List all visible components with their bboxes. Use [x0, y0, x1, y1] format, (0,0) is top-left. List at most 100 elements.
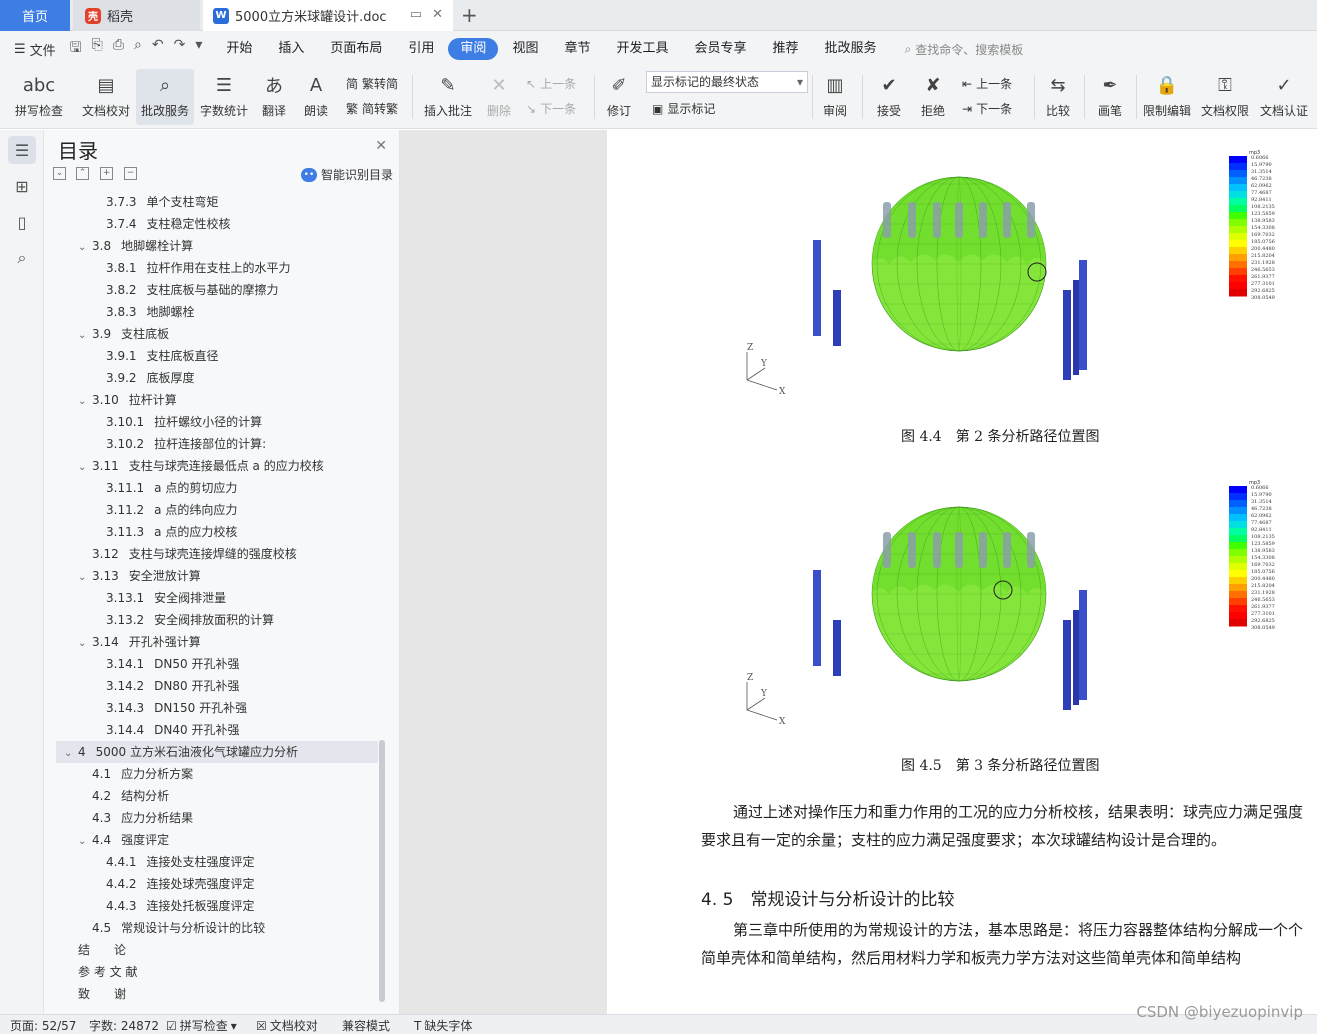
toc-item[interactable]: 3.8.2 支柱底板与基础的摩擦力 [56, 279, 378, 301]
toc-scrollbar[interactable] [379, 740, 385, 1002]
correction-service-button[interactable]: ⌕ 批改服务 [136, 69, 194, 125]
menu-item[interactable]: 开发工具 [604, 38, 680, 60]
toc-item[interactable]: 3.14.4 DN40 开孔补强 [56, 719, 378, 741]
trad-to-simp-button[interactable]: 简繁转简 [346, 75, 398, 92]
missing-font-status[interactable]: T 缺失字体 [414, 1017, 472, 1034]
delete-comment-button[interactable]: ✕ 删除 [480, 69, 518, 125]
simp-to-trad-button[interactable]: 繁简转繁 [346, 100, 398, 117]
show-markup-button[interactable]: ▣ 显示标记 [652, 100, 715, 117]
toc-item[interactable]: ⌄ 3.14 开孔补强计算 [56, 631, 378, 653]
toc-item[interactable]: 3.14.1 DN50 开孔补强 [56, 653, 378, 675]
toc-item[interactable]: 3.14.2 DN80 开孔补强 [56, 675, 378, 697]
toc-item[interactable]: 3.7.3 单个支柱弯矩 [56, 191, 378, 213]
redo-icon[interactable]: ↷ [174, 37, 186, 61]
word-count-button[interactable]: ☰ 字数统计 [198, 69, 250, 125]
toc-item[interactable]: 4.2 结构分析 [56, 785, 378, 807]
toc-item[interactable]: 3.11.2 a 点的纬向应力 [56, 499, 378, 521]
next-change-button[interactable]: ⇥ 下一条 [962, 100, 1012, 117]
expand-all-icon[interactable]: ⌃ [76, 167, 89, 180]
expand-toggle-icon[interactable]: ⌄ [78, 831, 92, 853]
toc-item[interactable]: 4.5 常规设计与分析设计的比较 [56, 917, 378, 939]
tab-home[interactable]: 首页 [0, 0, 70, 31]
menu-item[interactable]: 页面布局 [318, 38, 394, 60]
menu-item[interactable]: 审阅 [448, 38, 499, 60]
toc-item[interactable]: ⌄ 3.13 安全泄放计算 [56, 565, 378, 587]
doc-check-button[interactable]: ▤ 文档校对 [78, 69, 134, 125]
search-icon[interactable]: ⌕ [8, 244, 36, 272]
toc-item[interactable]: 4.4.2 连接处球壳强度评定 [56, 873, 378, 895]
print-icon[interactable]: ⎙ [113, 37, 124, 61]
prev-comment-button[interactable]: ↖ 上一条 [526, 75, 576, 92]
menu-item[interactable]: 插入 [266, 38, 316, 60]
insert-comment-button[interactable]: ✎ 插入批注 [420, 69, 476, 125]
toc-item[interactable]: ⌄ 3.8 地脚螺栓计算 [56, 235, 378, 257]
toc-item[interactable]: 3.13.1 安全阀排泄量 [56, 587, 378, 609]
menu-item[interactable]: 视图 [500, 38, 550, 60]
next-comment-button[interactable]: ↘ 下一条 [526, 100, 576, 117]
expand-toggle-icon[interactable]: ⌄ [78, 325, 92, 347]
toc-item[interactable]: 3.9.1 支柱底板直径 [56, 345, 378, 367]
close-icon[interactable]: ✕ [375, 138, 387, 154]
review-button[interactable]: ▥ 审阅 [816, 69, 854, 125]
document-page[interactable]: Z Y Xmp3 0.6066 15.9790 31.3514 46.7238 62.0962… [607, 130, 1317, 1014]
toc-item[interactable]: 3.7.4 支柱稳定性校核 [56, 213, 378, 235]
collapse-all-icon[interactable]: ⌄ [53, 167, 66, 180]
export-icon[interactable]: ⎘ [92, 37, 103, 61]
toc-item[interactable]: 结 论 [56, 939, 378, 961]
toc-item[interactable]: 致 谢 [56, 983, 378, 1005]
close-tab-icon[interactable]: ✕ [432, 7, 443, 22]
spellcheck-status[interactable]: ☑ 拼写检查 ▾ [166, 1017, 237, 1034]
expand-toggle-icon[interactable]: ⌄ [78, 567, 92, 589]
expand-toggle-icon[interactable]: ⌄ [64, 743, 78, 765]
toc-item[interactable]: 4.4.3 连接处托板强度评定 [56, 895, 378, 917]
menu-item[interactable]: 会员专享 [682, 38, 758, 60]
toc-item[interactable]: 4.1 应力分析方案 [56, 763, 378, 785]
toc-item[interactable]: 3.11.1 a 点的剪切应力 [56, 477, 378, 499]
doc-permission-button[interactable]: ⚿ 文档权限 [1198, 69, 1252, 125]
toc-item[interactable]: ⌄ 4 5000 立方米石油液化气球罐应力分析 [56, 741, 378, 763]
toc-panel-icon[interactable]: ☰ [8, 136, 36, 164]
page-indicator[interactable]: 页面: 52/57 [10, 1017, 76, 1034]
toc-item[interactable]: 4.4.1 连接处支柱强度评定 [56, 851, 378, 873]
command-search[interactable]: ⌕ 查找命令、搜索模板 [905, 41, 1024, 58]
word-count-indicator[interactable]: 字数: 24872 [89, 1017, 159, 1034]
bookmark-icon[interactable]: ▯ [8, 208, 36, 236]
compare-button[interactable]: ⇆ 比较 [1038, 69, 1078, 125]
toc-item[interactable]: 3.11.3 a 点的应力校核 [56, 521, 378, 543]
add-heading-icon[interactable]: + [100, 167, 113, 180]
preview-icon[interactable]: ⌕ [134, 37, 142, 61]
toc-item[interactable]: 4.3 应力分析结果 [56, 807, 378, 829]
toc-item[interactable]: ⌄ 3.9 支柱底板 [56, 323, 378, 345]
read-aloud-button[interactable]: A 朗读 [298, 69, 334, 125]
markup-state-select[interactable]: 显示标记的最终状态 ▾ [646, 71, 808, 93]
expand-toggle-icon[interactable]: ⌄ [78, 457, 92, 479]
toc-item[interactable]: 参 考 文 献 [56, 961, 378, 983]
revise-button[interactable]: ✐ 修订 [600, 69, 638, 125]
toc-item[interactable]: ⌄ 4.4 强度评定 [56, 829, 378, 851]
toc-item[interactable]: 3.9.2 底板厚度 [56, 367, 378, 389]
toc-item[interactable]: 3.14.3 DN150 开孔补强 [56, 697, 378, 719]
menu-item[interactable]: 开始 [214, 38, 264, 60]
doc-certify-button[interactable]: ✓ 文档认证 [1256, 69, 1312, 125]
spellcheck-button[interactable]: abc 拼写检查 [8, 69, 70, 125]
menu-item[interactable]: 批改服务 [813, 38, 889, 60]
add-tab-icon[interactable]: + [461, 3, 478, 27]
expand-toggle-icon[interactable]: ⌄ [78, 237, 92, 259]
doc-check-status[interactable]: ☒ 文档校对 [256, 1017, 318, 1034]
file-menu[interactable]: ☰ 文件 [0, 40, 56, 59]
restrict-edit-button[interactable]: 🔒 限制编辑 [1140, 69, 1194, 125]
accept-button[interactable]: ✔ 接受 [870, 69, 908, 125]
toc-item[interactable]: 3.8.1 拉杆作用在支柱上的水平力 [56, 257, 378, 279]
translate-button[interactable]: あ翻译 [254, 69, 294, 125]
window-icon[interactable]: ▭ [410, 7, 422, 22]
menu-item[interactable]: 推荐 [761, 38, 811, 60]
menu-item[interactable]: 章节 [552, 38, 602, 60]
save-icon[interactable]: 🖫 [70, 37, 82, 61]
remove-heading-icon[interactable]: − [124, 167, 137, 180]
more-icon[interactable]: ▾ [195, 37, 202, 61]
toc-item[interactable]: 3.12 支柱与球壳连接焊缝的强度校核 [56, 543, 378, 565]
toc-item[interactable]: 3.10.2 拉杆连接部位的计算: [56, 433, 378, 455]
expand-toggle-icon[interactable]: ⌄ [78, 633, 92, 655]
undo-icon[interactable]: ↶ [152, 37, 164, 61]
toc-item[interactable]: 3.10.1 拉杆螺纹小径的计算 [56, 411, 378, 433]
